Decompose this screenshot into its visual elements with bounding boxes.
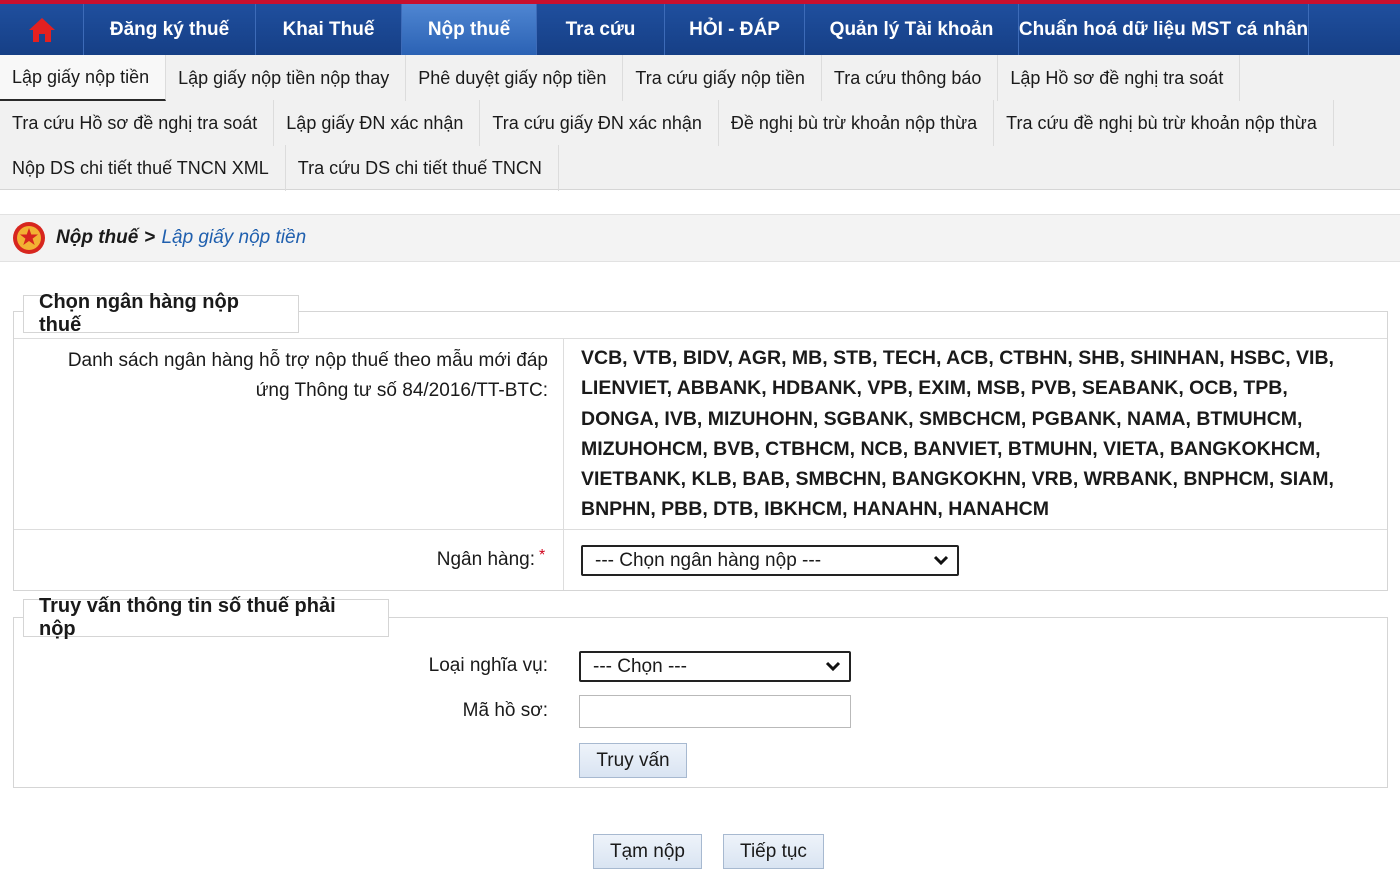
bank-list-label: Danh sách ngân hàng hỗ trợ nộp thuế theo… xyxy=(67,350,548,401)
top-nav: Đăng ký thuế Khai Thuế Nộp thuế Tra cứu … xyxy=(0,0,1400,55)
obligation-type-select[interactable]: --- Chọn --- xyxy=(579,651,851,682)
submenu-lap-ho-so-tra-soat[interactable]: Lập Hồ sơ đề nghị tra soát xyxy=(998,55,1241,101)
obligation-type-label: Loại nghĩa vụ: xyxy=(428,655,548,676)
bank-select[interactable]: --- Chọn ngân hàng nộp --- xyxy=(581,545,959,576)
supported-bank-list: VCB, VTB, BIDV, AGR, MB, STB, TECH, ACB,… xyxy=(581,347,1334,521)
chevron-down-icon xyxy=(933,555,949,566)
query-section-legend: Truy vấn thông tin số thuế phải nộp xyxy=(23,595,389,640)
home-icon xyxy=(28,17,55,42)
nav-tra-cuu[interactable]: Tra cứu xyxy=(537,4,665,55)
bank-field-label: Ngân hàng: xyxy=(436,549,535,570)
submenu-phe-duyet-giay-nop-tien[interactable]: Phê duyệt giấy nộp tiền xyxy=(406,55,624,101)
nav-khai-thue[interactable]: Khai Thuế xyxy=(256,4,402,55)
sub-menu: Lập giấy nộp tiền Lập giấy nộp tiền nộp … xyxy=(0,55,1400,191)
required-mark: * xyxy=(539,547,546,564)
submenu-tra-cuu-de-nghi-bu-tru[interactable]: Tra cứu đề nghị bù trừ khoản nộp thừa xyxy=(994,100,1334,146)
nav-dang-ky-thue[interactable]: Đăng ký thuế xyxy=(84,4,256,55)
record-code-label: Mã hồ sơ: xyxy=(462,700,548,721)
submenu-tra-cuu-ho-so-tra-soat[interactable]: Tra cứu Hồ sơ đề nghị tra soát xyxy=(0,100,275,146)
column-divider xyxy=(563,338,564,590)
submenu-nop-ds-chi-tiet-tncn-xml[interactable]: Nộp DS chi tiết thuế TNCN XML xyxy=(0,145,286,191)
bank-select-value: --- Chọn ngân hàng nộp --- xyxy=(595,549,822,571)
home-button[interactable] xyxy=(0,4,84,55)
submenu-tra-cuu-ds-chi-tiet-tncn[interactable]: Tra cứu DS chi tiết thuế TNCN xyxy=(286,145,559,191)
record-code-input[interactable] xyxy=(579,695,851,728)
nav-hoi-dap[interactable]: HỎI - ĐÁP xyxy=(665,4,805,55)
submenu-de-nghi-bu-tru[interactable]: Đề nghị bù trừ khoản nộp thừa xyxy=(719,100,995,146)
nav-chuan-hoa-du-lieu[interactable]: Chuẩn hoá dữ liệu MST cá nhân xyxy=(1019,4,1309,55)
emblem-icon xyxy=(13,222,45,254)
bank-section-legend: Chọn ngân hàng nộp thuế xyxy=(23,291,299,336)
breadcrumb-root[interactable]: Nộp thuế xyxy=(56,227,138,249)
nav-quan-ly-tai-khoan[interactable]: Quản lý Tài khoản xyxy=(805,4,1019,55)
query-button[interactable]: Truy vấn xyxy=(579,743,687,778)
submenu-lap-giay-nop-tien-nop-thay[interactable]: Lập giấy nộp tiền nộp thay xyxy=(166,55,407,101)
submenu-lap-giay-dn-xac-nhan[interactable]: Lập giấy ĐN xác nhận xyxy=(274,100,481,146)
row-divider xyxy=(14,529,1387,530)
save-draft-button[interactable]: Tạm nộp xyxy=(593,834,702,869)
submenu-tra-cuu-thong-bao[interactable]: Tra cứu thông báo xyxy=(822,55,999,101)
breadcrumb-current: Lập giấy nộp tiền xyxy=(161,227,307,248)
submenu-tra-cuu-giay-nop-tien[interactable]: Tra cứu giấy nộp tiền xyxy=(623,55,822,101)
breadcrumb-separator: > xyxy=(144,227,156,248)
row-divider xyxy=(14,338,1387,339)
chevron-down-icon xyxy=(825,661,841,672)
breadcrumb: Nộp thuế > Lập giấy nộp tiền xyxy=(0,214,1400,262)
submenu-tra-cuu-giay-dn-xac-nhan[interactable]: Tra cứu giấy ĐN xác nhận xyxy=(480,100,719,146)
continue-button[interactable]: Tiếp tục xyxy=(723,834,824,869)
obligation-select-value: --- Chọn --- xyxy=(593,655,687,677)
submenu-lap-giay-nop-tien[interactable]: Lập giấy nộp tiền xyxy=(0,55,167,101)
nav-nop-thue[interactable]: Nộp thuế xyxy=(402,4,537,55)
